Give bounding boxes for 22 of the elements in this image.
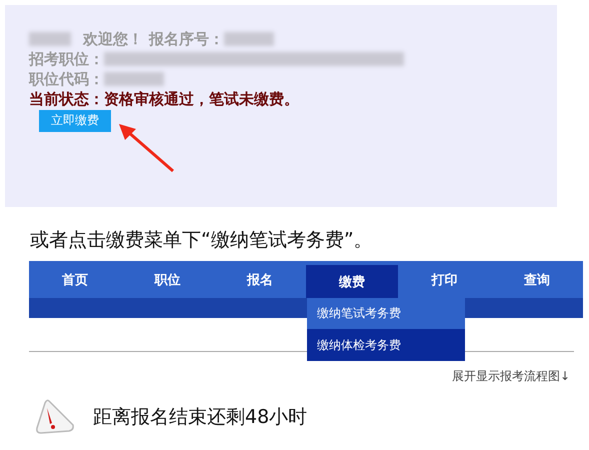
redacted-block: [104, 72, 164, 86]
nav-tab[interactable]: 首页: [29, 261, 122, 298]
menu-item[interactable]: 缴纳笔试考务费: [307, 298, 465, 329]
redacted-block: [29, 32, 71, 46]
menu-item[interactable]: 缴纳体检考务费: [307, 329, 465, 361]
warning-icon: [35, 399, 75, 435]
position-label: 招考职位：: [29, 50, 104, 68]
nav-tab[interactable]: 缴费: [306, 265, 398, 298]
pay-now-button[interactable]: 立即缴费: [39, 110, 111, 132]
redacted-block: [224, 32, 274, 46]
countdown-text: 距离报名结束还剩48小时: [93, 405, 308, 430]
welcome-text: 欢迎您！: [83, 30, 143, 48]
instruction-text: 或者点击缴费菜单下“缴纳笔试考务费”。: [30, 228, 374, 253]
nav-tab[interactable]: 报名: [214, 261, 306, 298]
status-text: 当前状态：资格审核通过，笔试未缴费。: [29, 89, 300, 109]
arrow: [117, 123, 175, 173]
nav-tab[interactable]: 职位: [121, 261, 214, 298]
flow-chart-link[interactable]: 展开显示报考流程图↓: [452, 369, 570, 383]
nav-tab[interactable]: 打印: [398, 261, 491, 298]
nav-tab[interactable]: 查询: [490, 261, 583, 298]
position-code-label: 职位代码：: [29, 70, 104, 88]
reg-no-label: 报名序号：: [149, 30, 224, 48]
